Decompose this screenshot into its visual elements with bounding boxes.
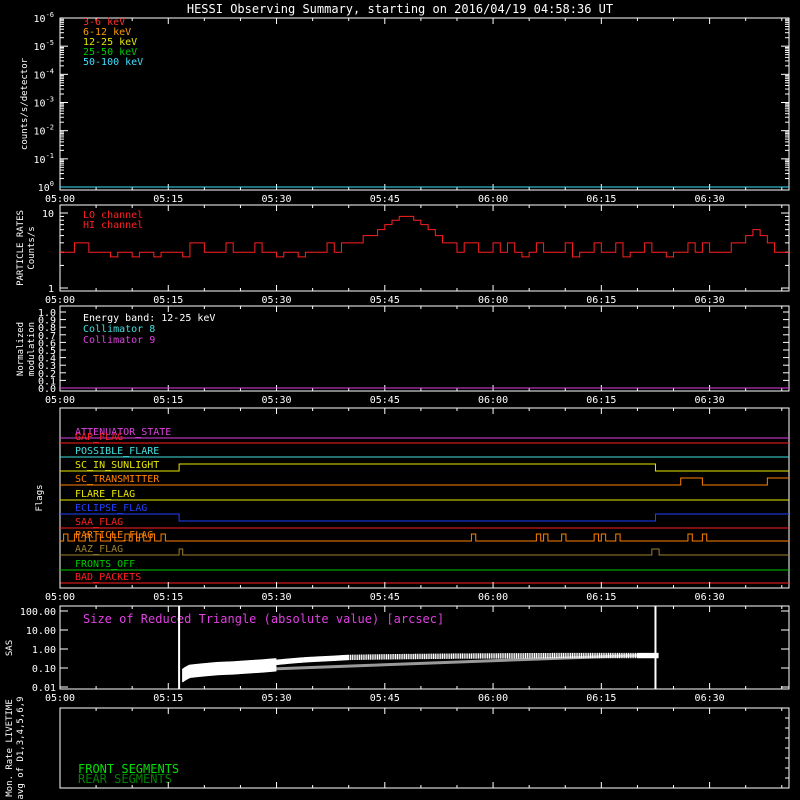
panel-sas: SAS Size of Reduced Triangle (absolute v…: [5, 605, 790, 704]
sas-annotation: Size of Reduced Triangle (absolute value…: [83, 612, 444, 626]
legend-entry: Collimator 8: [83, 324, 155, 335]
legend-entry: Collimator 9: [83, 335, 155, 346]
y-axis-label: Normalized: [16, 322, 26, 376]
x-tick-label: 06:30: [695, 395, 725, 406]
series-line: [60, 215, 789, 258]
x-tick-label: 06:00: [478, 295, 508, 306]
y-tick-label: 10-6: [34, 11, 54, 25]
panel-flags: Flags ATTENUATOR_STATEGAP_FLAGPOSSIBLE_F…: [35, 407, 790, 603]
x-tick-label: 05:45: [370, 395, 400, 406]
flag-line: [60, 463, 789, 472]
y-axis-label: SAS: [5, 640, 15, 656]
x-tick-label: 05:00: [45, 693, 75, 704]
y-tick-label: 10-4: [34, 67, 54, 81]
panel-frame: [59, 204, 790, 292]
x-tick-label: 05:00: [45, 395, 75, 406]
flag-label: FRONTS_OFF: [75, 559, 135, 570]
flag-label: SC_IN_SUNLIGHT: [75, 460, 159, 471]
x-tick-label: 05:30: [261, 295, 291, 306]
hessi-summary-chart: HESSI Observing Summary, starting on 201…: [5, 2, 790, 800]
x-tick-label: 05:45: [370, 592, 400, 603]
legend-entry: Energy band: 12-25 keV: [83, 313, 215, 324]
x-tick-label: 05:15: [153, 194, 183, 205]
legend-entry: 50-100 keV: [83, 57, 143, 68]
x-tick-label: 06:30: [695, 592, 725, 603]
panel-livetime: Mon. Rate LIVETIME avg of D1,3,4,5,6,9 F…: [5, 697, 790, 800]
y-tick-label: 100.00: [20, 607, 56, 618]
flag-label: AAZ_FLAG: [75, 544, 123, 555]
flag-label: ECLIPSE_FLAG: [75, 503, 147, 514]
y-tick-label: 1.0: [38, 308, 56, 319]
flag-label: SAA_FLAG: [75, 517, 123, 528]
y-tick-label: 10-1: [34, 152, 54, 166]
x-tick-label: 06:00: [478, 194, 508, 205]
x-tick-label: 05:30: [261, 194, 291, 205]
flag-line: [60, 477, 789, 486]
legend-entry: HI channel: [83, 220, 143, 231]
y-tick-label: 0.10: [32, 664, 56, 675]
x-tick-label: 05:15: [153, 592, 183, 603]
flag-label: FLARE_FLAG: [75, 489, 135, 500]
x-tick-label: 05:15: [153, 295, 183, 306]
y-axis-label-2: avg of D1,3,4,5,6,9: [16, 697, 26, 800]
x-tick-label: 06:00: [478, 395, 508, 406]
x-tick-label: 06:15: [586, 592, 616, 603]
x-tick-label: 06:30: [695, 194, 725, 205]
panel-xray-rates: counts/s/detector 100 10-1 10-2 10-3 10-4 10-…: [20, 11, 790, 205]
x-tick-label: 05:15: [153, 395, 183, 406]
y-tick-label: 10-3: [34, 96, 54, 110]
panel-frame: [59, 17, 790, 191]
x-tick-label: 06:15: [586, 693, 616, 704]
flag-line: [60, 548, 789, 556]
y-axis-label: PARTICLE RATES: [16, 210, 26, 286]
x-tick-label: 06:30: [695, 693, 725, 704]
x-tick-label: 05:15: [153, 693, 183, 704]
flag-label: POSSIBLE_FLARE: [75, 446, 159, 457]
panel-particle-rates: PARTICLE RATES Counts/s 10 1 05:00 05:15 05…: [16, 204, 790, 306]
chart-title: HESSI Observing Summary, starting on 201…: [187, 2, 613, 16]
x-tick-label: 06:00: [478, 693, 508, 704]
y-axis-label: Flags: [35, 484, 45, 511]
x-tick-label: 06:00: [478, 592, 508, 603]
x-tick-label: 05:30: [261, 395, 291, 406]
x-tick-label: 06:30: [695, 295, 725, 306]
y-axis-label-2: Counts/s: [27, 226, 37, 269]
panel-modulation: Normalized modulation 0.00.10.20.30.40.5…: [16, 305, 790, 406]
flag-line: [60, 533, 789, 542]
y-tick-label: 100: [38, 180, 54, 194]
x-tick-label: 05:30: [261, 693, 291, 704]
flag-line: [60, 513, 789, 522]
y-tick-label: 10-5: [34, 39, 54, 53]
flag-label: GAP_FLAG: [75, 432, 123, 443]
flag-label: SC_TRANSMITTER: [75, 474, 160, 485]
y-tick-label: 10: [42, 209, 54, 220]
y-axis-label-2: modulation: [27, 322, 37, 376]
x-tick-label: 05:00: [45, 194, 75, 205]
x-tick-label: 06:15: [586, 295, 616, 306]
y-tick-label: 10.00: [26, 626, 56, 637]
flag-label: BAD_PACKETS: [75, 572, 141, 583]
x-tick-label: 06:15: [586, 395, 616, 406]
x-tick-label: 05:30: [261, 592, 291, 603]
x-tick-label: 05:45: [370, 194, 400, 205]
x-tick-label: 05:00: [45, 295, 75, 306]
x-tick-label: 05:45: [370, 693, 400, 704]
legend-entry: REAR SEGMENTS: [78, 772, 172, 786]
flag-label: PARTICLE_FLAG: [75, 530, 153, 541]
x-tick-label: 05:45: [370, 295, 400, 306]
y-axis-label: counts/s/detector: [20, 57, 30, 150]
y-axis-label: Mon. Rate LIVETIME: [5, 699, 15, 797]
y-tick-label: 1.00: [32, 645, 56, 656]
y-tick-label: 10-2: [34, 124, 54, 138]
x-tick-label: 05:00: [45, 592, 75, 603]
y-tick-label: 1: [48, 284, 54, 295]
x-tick-label: 06:15: [586, 194, 616, 205]
